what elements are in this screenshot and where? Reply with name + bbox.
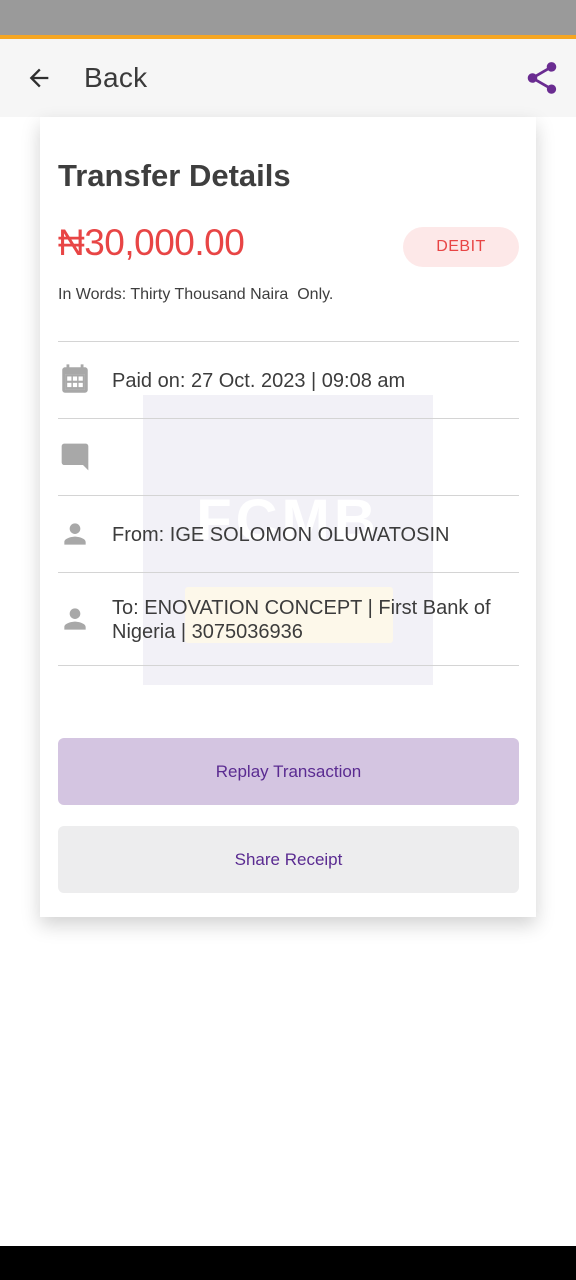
- receipt-zigzag-edge: [40, 898, 536, 916]
- from-text: From: IGE SOLOMON OLUWATOSIN: [112, 524, 450, 546]
- status-bar: [0, 0, 576, 35]
- page-title: Transfer Details: [58, 158, 291, 193]
- paid-on-text: Paid on: 27 Oct. 2023 | 09:08 am: [112, 370, 406, 392]
- divider: [58, 665, 519, 666]
- person-icon: [58, 602, 92, 636]
- debit-badge: DEBIT: [403, 227, 519, 267]
- replay-transaction-button[interactable]: Replay Transaction: [58, 738, 519, 805]
- calendar-icon: [58, 363, 92, 397]
- to-text: To: ENOVATION CONCEPT | First Bank of Ni…: [112, 597, 491, 643]
- amount-in-words: In Words: Thirty Thousand Naira Only.: [58, 286, 334, 303]
- amount: ₦30,000.00: [58, 222, 245, 263]
- share-receipt-button[interactable]: Share Receipt: [58, 826, 519, 893]
- back-button[interactable]: Back: [18, 51, 218, 105]
- divider: [58, 572, 519, 573]
- arrow-left-icon: [18, 57, 60, 99]
- app-bar: Back: [0, 39, 576, 117]
- divider: [58, 495, 519, 496]
- person-icon: [58, 517, 92, 551]
- divider: [58, 418, 519, 419]
- share-icon[interactable]: [520, 56, 564, 100]
- comment-icon: [58, 440, 92, 474]
- back-label: Back: [84, 62, 148, 93]
- divider: [58, 341, 519, 342]
- system-nav-bar: [0, 1246, 576, 1280]
